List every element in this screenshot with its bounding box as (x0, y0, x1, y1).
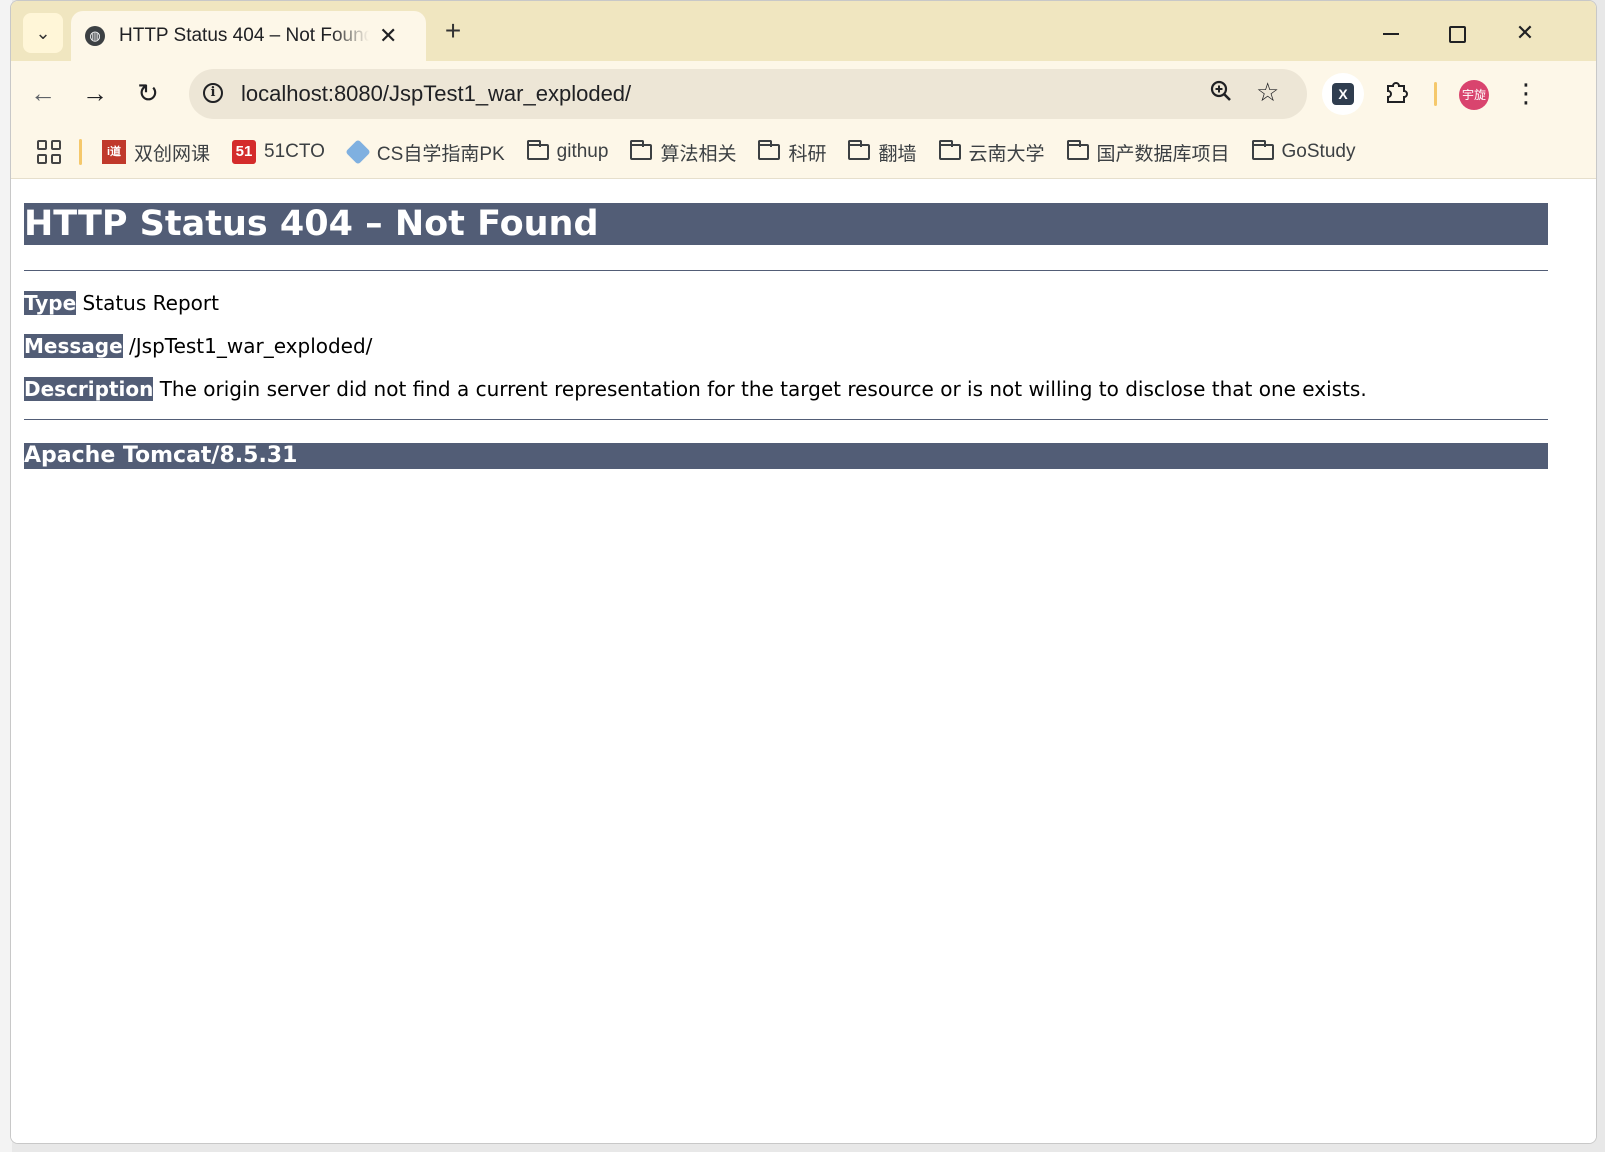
maximize-icon (1448, 25, 1466, 43)
more-vert-icon: ⋮ (1513, 78, 1539, 108)
51cto-icon: 51 (232, 140, 257, 164)
forward-button[interactable]: → (75, 73, 115, 113)
globe-icon: ◍ (85, 26, 105, 46)
apps-grid-icon[interactable] (37, 140, 61, 164)
minimize-button[interactable] (1361, 13, 1421, 53)
folder-icon (1251, 140, 1274, 160)
bookmark-label: GoStudy (1281, 141, 1356, 162)
back-button[interactable]: ← (23, 73, 63, 113)
profile-avatar[interactable]: 宇旋 (1459, 80, 1489, 110)
bookmark-label: 51CTO (264, 141, 325, 162)
x-extension-icon: X (1332, 83, 1354, 105)
cube-icon (345, 139, 371, 165)
bookmark-folder-gostudy[interactable]: GoStudy (1251, 140, 1356, 163)
description-label: Description (24, 377, 154, 401)
server-footer: Apache Tomcat/8.5.31 (24, 443, 1548, 469)
chevron-down-icon: ⌄ (35, 22, 51, 43)
menu-button[interactable]: ⋮ (1511, 75, 1541, 113)
bookmark-star-icon[interactable]: ☆ (1256, 77, 1279, 108)
maximize-button[interactable] (1427, 13, 1487, 53)
bookmark-folder-githup[interactable]: githup (526, 140, 609, 163)
message-value: /JspTest1_war_exploded/ (129, 334, 373, 358)
folder-icon (848, 140, 871, 160)
reload-button[interactable]: ↻ (128, 73, 168, 113)
tab-search-button[interactable]: ⌄ (23, 13, 63, 53)
bookmark-folder-research[interactable]: 科研 (758, 139, 826, 166)
divider (24, 270, 1548, 271)
page-content: HTTP Status 404 – Not Found Type Status … (11, 179, 1596, 1143)
puzzle-icon (1384, 78, 1410, 111)
new-tab-button[interactable]: + (436, 15, 470, 49)
folder-icon (630, 140, 653, 160)
arrow-right-icon: → (82, 78, 108, 108)
bookmark-label: githup (556, 141, 609, 162)
folder-icon (758, 140, 781, 160)
folder-icon (938, 140, 961, 160)
bookmark-label: 双创网课 (134, 143, 211, 165)
bookmark-cs-guide[interactable]: CS自学指南PK (345, 139, 505, 166)
bookmark-label: 算法相关 (660, 143, 737, 165)
reload-icon: ↻ (137, 78, 159, 108)
shuangchuang-icon: i道 (102, 140, 126, 164)
bookmark-label: CS自学指南PK (376, 143, 505, 165)
bookmark-folder-yunnan-university[interactable]: 云南大学 (938, 139, 1045, 166)
description-value: The origin server did not find a current… (159, 377, 1367, 401)
bookmark-51cto[interactable]: 51 51CTO (232, 140, 325, 164)
type-row: Type Status Report (24, 291, 219, 315)
title-bar: ⌄ ◍ HTTP Status 404 – Not Found ✕ + ✕ (11, 1, 1596, 61)
minimize-icon (1383, 33, 1399, 36)
tab-active[interactable]: ◍ HTTP Status 404 – Not Found ✕ (71, 11, 426, 61)
toolbar-divider (1434, 82, 1437, 106)
bookmark-shuangchuang[interactable]: i道 双创网课 (102, 139, 210, 166)
bookmark-label: 科研 (788, 143, 827, 165)
message-label: Message (24, 334, 123, 358)
folder-icon (526, 140, 549, 160)
extension-button-x[interactable]: X (1322, 73, 1364, 115)
close-icon: ✕ (1515, 20, 1535, 45)
close-window-button[interactable]: ✕ (1495, 13, 1555, 53)
bookmark-folder-vpn[interactable]: 翻墙 (848, 139, 917, 166)
bookmarks-bar: i道 双创网课 51 51CTO CS自学指南PK githup 算法相关 科研… (11, 126, 1596, 179)
folder-icon (1066, 140, 1089, 160)
bookmark-label: 云南大学 (968, 143, 1045, 165)
tab-title: HTTP Status 404 – Not Found (119, 25, 369, 46)
divider (24, 419, 1548, 420)
type-value: Status Report (82, 291, 219, 315)
type-label: Type (24, 291, 77, 315)
bookmark-label: 翻墙 (878, 143, 917, 165)
bookmark-label: 国产数据库项目 (1096, 143, 1230, 165)
url-text[interactable]: localhost:8080/JspTest1_war_exploded/ (241, 81, 631, 107)
browser-window: ⌄ ◍ HTTP Status 404 – Not Found ✕ + ✕ ← … (10, 0, 1597, 1144)
extensions-button[interactable] (1378, 75, 1416, 113)
page-title: HTTP Status 404 – Not Found (24, 203, 1548, 245)
bookmark-folder-algorithms[interactable]: 算法相关 (630, 139, 736, 166)
bookmarks-divider (79, 139, 82, 165)
toolbar: ← → ↻ i localhost:8080/JspTest1_war_expl… (11, 61, 1596, 126)
description-row: Description The origin server did not fi… (24, 377, 1367, 401)
arrow-left-icon: ← (30, 78, 56, 108)
zoom-icon[interactable] (1209, 79, 1233, 110)
address-bar[interactable]: i localhost:8080/JspTest1_war_exploded/ … (189, 69, 1307, 119)
bookmark-folder-database-project[interactable]: 国产数据库项目 (1066, 139, 1230, 166)
site-info-icon[interactable]: i (203, 83, 223, 103)
tab-close-icon[interactable]: ✕ (379, 23, 397, 49)
message-row: Message /JspTest1_war_exploded/ (24, 334, 372, 358)
